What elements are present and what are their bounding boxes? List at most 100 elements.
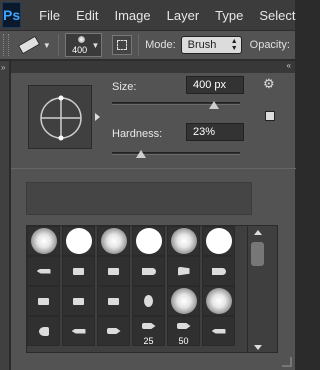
- scroll-thumb[interactable]: [251, 242, 264, 266]
- left-collapsed-strip[interactable]: »: [0, 61, 10, 370]
- hard-round-brush-icon: [135, 228, 162, 254]
- brush-preset-tile[interactable]: [62, 226, 95, 256]
- brush-tip-icon: [73, 297, 84, 305]
- brush-preset-tile[interactable]: [132, 256, 165, 286]
- brush-tip-icon: [78, 36, 86, 43]
- brush-preset-tile[interactable]: [27, 256, 60, 286]
- soft-round-brush-icon: [205, 288, 232, 314]
- brush-preset-panel: « Size: 400 px Hardness: 23% ⚙ 25 50: [10, 61, 296, 370]
- size-slider-thumb[interactable]: [209, 101, 220, 109]
- soft-round-brush-icon: [30, 228, 57, 254]
- brush-preset-tile[interactable]: [167, 286, 200, 316]
- brush-preset-tile[interactable]: [202, 316, 235, 346]
- expand-icon[interactable]: »: [1, 63, 5, 72]
- brush-preset-picker[interactable]: 400 ▼: [65, 33, 103, 57]
- soft-round-brush-icon: [170, 288, 197, 314]
- brush-tip-icon: [73, 267, 84, 275]
- hardness-input[interactable]: 23%: [186, 123, 244, 141]
- brush-preset-tile[interactable]: [97, 286, 130, 316]
- brush-tip-icon: [144, 295, 153, 307]
- menu-bar: Ps File Edit Image Layer Type Select: [0, 0, 295, 30]
- separator: [138, 34, 140, 56]
- brush-tip-icon: [38, 326, 49, 336]
- brush-tip-icon: [176, 323, 191, 329]
- brush-preset-tile[interactable]: [202, 256, 235, 286]
- brush-tip-icon: [38, 297, 49, 305]
- options-bar: ▼ 400 ▼ Mode: Brush ▲ ▼ Opacity:: [0, 30, 295, 60]
- brush-preset-tile[interactable]: [132, 226, 165, 256]
- brush-angle-preview[interactable]: [28, 85, 92, 149]
- hard-round-brush-icon: [205, 228, 232, 254]
- brush-tip-icon: [108, 297, 119, 305]
- mode-select[interactable]: Brush ▲ ▼: [180, 36, 242, 54]
- brush-preset-tile[interactable]: [202, 226, 235, 256]
- mode-value: Brush: [187, 39, 217, 51]
- photoshop-logo: Ps: [2, 2, 22, 28]
- size-input[interactable]: 400 px: [186, 76, 244, 94]
- menu-file[interactable]: File: [39, 8, 60, 23]
- brush-preset-tile[interactable]: [167, 256, 200, 286]
- opacity-label: Opacity:: [249, 39, 290, 51]
- brush-preset-tile[interactable]: [62, 256, 95, 286]
- preset-tiles: 25 50: [27, 226, 235, 346]
- brush-preset-tile[interactable]: [62, 286, 95, 316]
- brush-preset-tile[interactable]: [132, 286, 165, 316]
- up-down-chevron-icon: ▲ ▼: [230, 38, 238, 52]
- gear-icon[interactable]: ⚙: [263, 76, 275, 92]
- brush-preset-tile[interactable]: [97, 316, 130, 346]
- hard-round-brush-icon: [65, 228, 92, 254]
- menu-edit[interactable]: Edit: [76, 8, 98, 23]
- brush-preset-tile[interactable]: [167, 226, 200, 256]
- separator: [58, 34, 60, 56]
- eraser-icon: [17, 35, 41, 55]
- brush-angle-icon: [40, 95, 82, 141]
- new-preset-icon[interactable]: [265, 111, 275, 121]
- brush-preset-tile[interactable]: 50: [167, 316, 200, 346]
- hardness-label: Hardness:: [112, 128, 163, 140]
- preset-scrollbar[interactable]: [247, 226, 267, 352]
- brush-preset-grid: 25 50: [26, 225, 278, 353]
- brush-panel-toggle-button[interactable]: [112, 35, 133, 55]
- mode-label: Mode:: [145, 39, 176, 51]
- chevron-down-icon: ▼: [91, 41, 100, 50]
- preset-search-bar[interactable]: [26, 182, 252, 215]
- brush-panel-icon: [117, 40, 128, 50]
- scroll-up-icon[interactable]: [254, 230, 262, 235]
- brush-tip-icon: [141, 323, 156, 329]
- brush-tip-icon: [211, 267, 226, 275]
- brush-tip-icon: [106, 328, 121, 334]
- brush-preset-tile[interactable]: [27, 286, 60, 316]
- panel-resize-grip[interactable]: [282, 357, 292, 367]
- chevron-down-icon: ▼: [42, 40, 51, 50]
- brush-tip-icon: [71, 328, 86, 334]
- divider: [11, 168, 296, 169]
- menu-select[interactable]: Select: [259, 8, 295, 23]
- panel-header[interactable]: «: [11, 61, 295, 73]
- brush-size-label: 50: [178, 336, 189, 346]
- brush-tip-icon: [141, 267, 156, 275]
- brush-preset-tile[interactable]: [97, 256, 130, 286]
- brush-tip-icon: [108, 267, 119, 275]
- collapse-icon[interactable]: «: [287, 61, 291, 70]
- menu-type[interactable]: Type: [215, 8, 243, 23]
- toolbar-grip[interactable]: [3, 34, 9, 56]
- brush-size-readout: 400: [72, 45, 88, 55]
- brush-preset-tile[interactable]: [97, 226, 130, 256]
- tool-preset-picker[interactable]: ▼: [15, 33, 52, 57]
- brush-preset-tile[interactable]: [27, 316, 60, 346]
- brush-tip-icon: [177, 266, 190, 276]
- menu-layer[interactable]: Layer: [167, 8, 200, 23]
- hardness-slider-thumb[interactable]: [136, 150, 147, 158]
- scroll-down-icon[interactable]: [254, 345, 262, 350]
- brush-preset-tile[interactable]: [27, 226, 60, 256]
- menu-image[interactable]: Image: [114, 8, 150, 23]
- brush-size-label: 25: [143, 336, 154, 346]
- preview-arrow-icon: [95, 113, 100, 121]
- brush-preset-tile[interactable]: [62, 316, 95, 346]
- brush-preset-tile[interactable]: [202, 286, 235, 316]
- hardness-slider[interactable]: [112, 152, 240, 155]
- brush-tip-icon: [36, 268, 51, 274]
- size-slider[interactable]: [112, 102, 240, 105]
- brush-tip-icon: [211, 328, 226, 334]
- brush-preset-tile[interactable]: 25: [132, 316, 165, 346]
